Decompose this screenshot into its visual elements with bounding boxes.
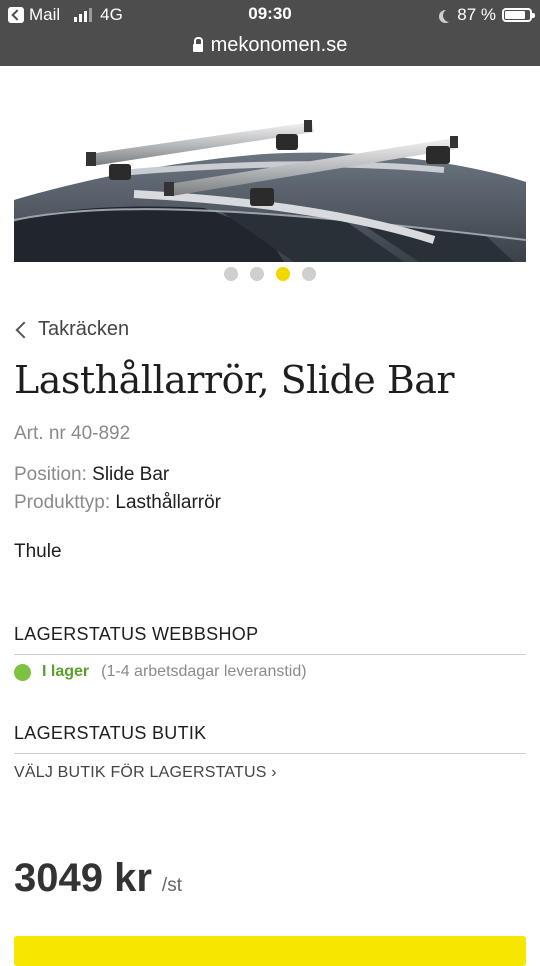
select-store-link[interactable]: VÄLJ BUTIK FÖR LAGERSTATUS ›	[14, 764, 277, 782]
lock-icon	[192, 37, 203, 52]
battery-percent: 87 %	[457, 5, 496, 24]
browser-top-bar: Mail 4G 09:30 87 % mekonomen.se	[0, 0, 540, 66]
breadcrumb[interactable]: Takräcken	[14, 318, 129, 341]
battery-icon	[502, 8, 535, 22]
page-title: Lasthållarrör, Slide Bar	[14, 358, 455, 402]
carousel-indicator	[0, 267, 540, 281]
delivery-note: (1-4 arbetsdagar leveranstid)	[101, 663, 307, 680]
status-right: 87 %	[438, 4, 535, 26]
article-number: Art. nr 40-892	[14, 423, 131, 444]
carousel-dot[interactable]	[224, 267, 238, 281]
car-roof-rack-image	[14, 112, 526, 262]
carousel-dot[interactable]	[302, 267, 316, 281]
breadcrumb-label[interactable]: Takräcken	[38, 318, 129, 341]
price-value: 3049 kr	[14, 856, 152, 900]
carousel-dot[interactable]	[276, 267, 290, 281]
product-type-row: Produkttyp: Lasthållarrör	[14, 492, 221, 514]
product-type-value: Lasthållarrör	[115, 492, 221, 513]
url-text[interactable]: mekonomen.se	[211, 34, 348, 57]
price-unit: /st	[161, 875, 182, 896]
brand-name: Thule	[14, 541, 62, 562]
product-image[interactable]	[14, 112, 526, 262]
stock-store-heading: LAGERSTATUS BUTIK	[14, 723, 526, 754]
position-label: Position:	[14, 464, 87, 485]
price: 3049 kr /st	[14, 856, 182, 901]
in-stock-icon	[14, 663, 31, 681]
stock-web-status: I lager (1-4 arbetsdagar leveranstid)	[14, 663, 307, 681]
stock-status-label: I lager	[42, 663, 90, 680]
chevron-left-icon	[15, 321, 33, 338]
stock-web-heading: LAGERSTATUS WEBBSHOP	[14, 624, 526, 655]
buy-button[interactable]	[14, 936, 526, 966]
url-bar[interactable]: mekonomen.se	[0, 30, 540, 60]
product-type-label: Produkttyp:	[14, 492, 111, 513]
position-value: Slide Bar	[92, 464, 170, 485]
position-row: Position: Slide Bar	[14, 464, 169, 486]
carousel-dot[interactable]	[250, 267, 264, 281]
do-not-disturb-icon	[443, 9, 456, 22]
